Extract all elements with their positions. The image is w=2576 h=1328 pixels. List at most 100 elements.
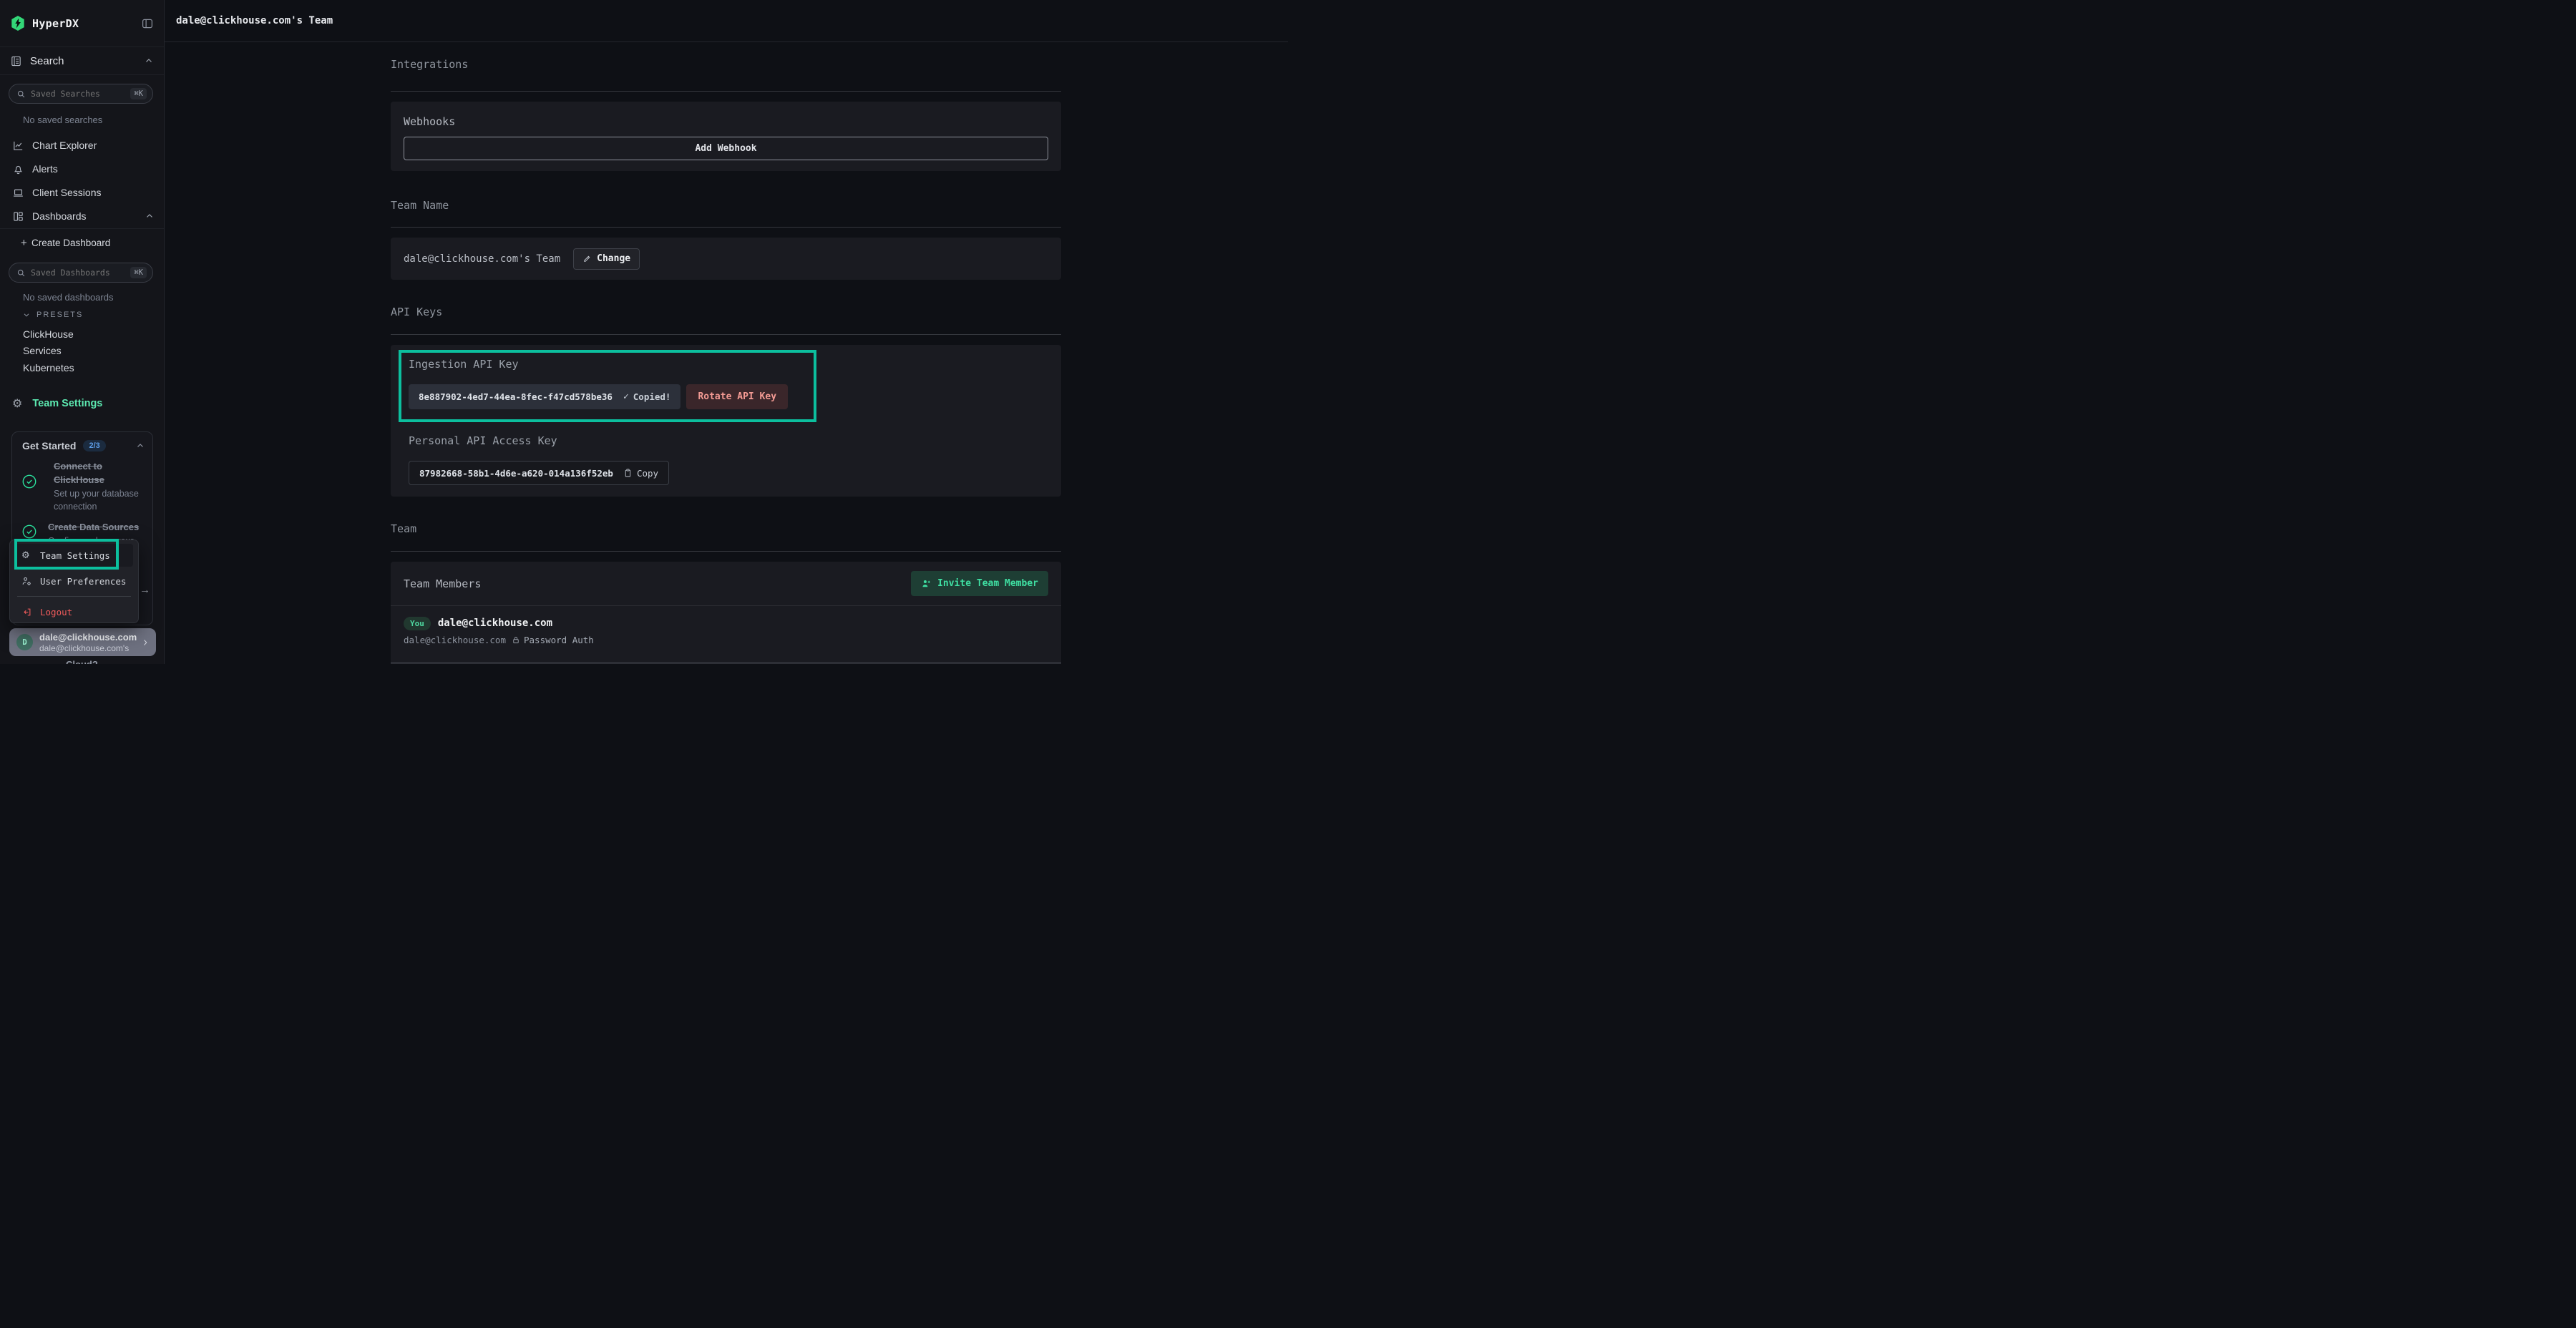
user-plus-icon [921, 578, 932, 589]
laptop-icon [12, 187, 25, 199]
team-name-value: dale@clickhouse.com's Team [404, 253, 560, 265]
app-title: HyperDX [32, 17, 79, 30]
menu-item-team-settings[interactable]: ⚙ Team Settings [15, 544, 133, 567]
team-member-details: dale@clickhouse.com Password Auth [404, 633, 594, 646]
auth-method: Password Auth [512, 635, 594, 645]
chevron-down-icon [22, 311, 31, 319]
copy-button[interactable]: Copy [623, 468, 658, 479]
you-badge: You [404, 617, 431, 630]
member-email-secondary: dale@clickhouse.com [404, 635, 506, 645]
add-webhook-label: Add Webhook [695, 143, 756, 154]
progress-badge: 2/3 [83, 440, 105, 451]
chevron-up-icon[interactable] [145, 211, 155, 221]
user-name: dale@clickhouse.com [39, 633, 137, 642]
sidebar-item-team-settings[interactable]: ⚙ Team Settings [12, 394, 102, 413]
ingestion-key-value: 8e887902-4ed7-44ea-8fec-f47cd578be36 [419, 391, 613, 402]
copy-label: Copy [637, 468, 658, 479]
sidebar-item-client-sessions[interactable]: Client Sessions [0, 182, 165, 202]
team-member-row: You dale@clickhouse.com [404, 614, 552, 633]
presets-label: PRESETS [36, 311, 83, 319]
bell-icon [12, 163, 25, 175]
menu-item-label: Team Settings [40, 550, 110, 561]
sidebar-item-label: Client Sessions [32, 187, 102, 198]
menu-item-user-preferences[interactable]: User Preferences [15, 570, 133, 592]
card-divider [391, 605, 1061, 606]
search-section-label: Search [30, 55, 64, 67]
hyperdx-logo-icon [10, 15, 26, 31]
next-section-cutoff [391, 662, 1061, 664]
check-circle-icon [21, 474, 37, 489]
ingestion-key-label: Ingestion API Key [409, 358, 519, 371]
user-subtitle: dale@clickhouse.com's [39, 644, 137, 653]
user-account-chip[interactable]: D dale@clickhouse.com dale@clickhouse.co… [9, 628, 156, 656]
change-label: Change [597, 253, 630, 264]
task-title: ClickHouse [54, 474, 104, 485]
personal-key-label: Personal API Access Key [409, 434, 557, 447]
menu-item-logout[interactable]: Logout [15, 600, 133, 623]
chevron-up-icon[interactable] [144, 56, 154, 66]
saved-searches-field[interactable] [31, 89, 130, 99]
sidebar-item-label: Alerts [32, 163, 58, 175]
invite-team-member-button[interactable]: Invite Team Member [911, 571, 1048, 596]
arrow-right-icon[interactable]: → [140, 584, 150, 596]
section-divider [391, 334, 1061, 335]
sidebar-collapse-icon[interactable] [141, 17, 154, 30]
sidebar-item-label: Chart Explorer [32, 140, 97, 151]
section-title-team-name: Team Name [391, 199, 449, 212]
plus-icon: + [21, 237, 31, 249]
saved-dashboards-field[interactable] [31, 268, 130, 278]
no-saved-dashboards-text: No saved dashboards [23, 292, 113, 303]
section-title-api-keys: API Keys [391, 306, 442, 318]
presets-toggle[interactable]: PRESETS [22, 311, 83, 319]
menu-item-label: User Preferences [40, 576, 126, 587]
section-title-integrations: Integrations [391, 58, 468, 71]
copied-label: Copied! [633, 391, 671, 402]
auth-label: Password Auth [524, 635, 594, 645]
preset-services[interactable]: Services [23, 342, 62, 359]
section-divider [391, 227, 1061, 228]
gear-icon: ⚙ [12, 396, 22, 411]
user-gear-icon [21, 576, 34, 587]
pencil-icon [582, 254, 592, 263]
sidebar-item-chart-explorer[interactable]: Chart Explorer [0, 135, 165, 155]
section-divider [391, 551, 1061, 552]
settings-content: Integrations Webhooks Add Webhook Team N… [391, 42, 1061, 664]
section-divider [391, 91, 1061, 92]
search-icon [16, 268, 26, 278]
sidebar-item-alerts[interactable]: Alerts [0, 159, 165, 179]
no-saved-searches-text: No saved searches [23, 114, 102, 125]
rotate-api-key-button[interactable]: Rotate API Key [686, 384, 788, 409]
ingestion-key-chip[interactable]: 8e887902-4ed7-44ea-8fec-f47cd578be36 ✓ C… [409, 384, 680, 409]
sidebar: HyperDX Search ⌘K No saved searches [0, 0, 165, 664]
personal-key-chip[interactable]: 87982668-58b1-4d6e-a620-014a136f52eb Cop… [409, 461, 669, 485]
create-dashboard-button[interactable]: + Create Dashboard [21, 237, 110, 249]
chart-icon [12, 140, 25, 152]
saved-dashboards-input[interactable]: ⌘K [9, 263, 153, 283]
add-webhook-button[interactable]: Add Webhook [404, 137, 1048, 160]
task-connect-clickhouse[interactable]: Connect to ClickHouse Set up your databa… [54, 459, 148, 513]
preset-kubernetes[interactable]: Kubernetes [23, 359, 74, 376]
create-dashboard-label: Create Dashboard [31, 238, 110, 248]
rotate-label: Rotate API Key [698, 391, 776, 402]
team-name-card: dale@clickhouse.com's Team Change [391, 238, 1061, 280]
page-header: dale@clickhouse.com's Team [165, 0, 1288, 42]
preset-clickhouse[interactable]: ClickHouse [23, 326, 74, 343]
sidebar-item-dashboards[interactable]: Dashboards [0, 206, 165, 226]
saved-searches-input[interactable]: ⌘K [9, 84, 153, 104]
team-members-label: Team Members [404, 577, 481, 590]
task-title: Create Data Sources [48, 520, 151, 534]
get-started-header[interactable]: Get Started 2/3 [22, 440, 145, 451]
journal-icon [10, 55, 22, 67]
clipboard-icon [623, 468, 633, 478]
team-members-card: Team Members Invite Team Member You dale… [391, 562, 1061, 664]
member-email: dale@clickhouse.com [438, 617, 552, 629]
webhooks-card: Webhooks Add Webhook [391, 102, 1061, 171]
shortcut-badge: ⌘K [130, 88, 147, 99]
personal-key-value: 87982668-58b1-4d6e-a620-014a136f52eb [419, 468, 613, 479]
shortcut-badge: ⌘K [130, 267, 147, 278]
change-team-name-button[interactable]: Change [573, 248, 640, 270]
sidebar-section-search[interactable]: Search [0, 47, 164, 75]
chevron-up-icon[interactable] [135, 441, 145, 451]
invite-label: Invite Team Member [937, 578, 1038, 589]
sidebar-header: HyperDX [0, 0, 164, 47]
